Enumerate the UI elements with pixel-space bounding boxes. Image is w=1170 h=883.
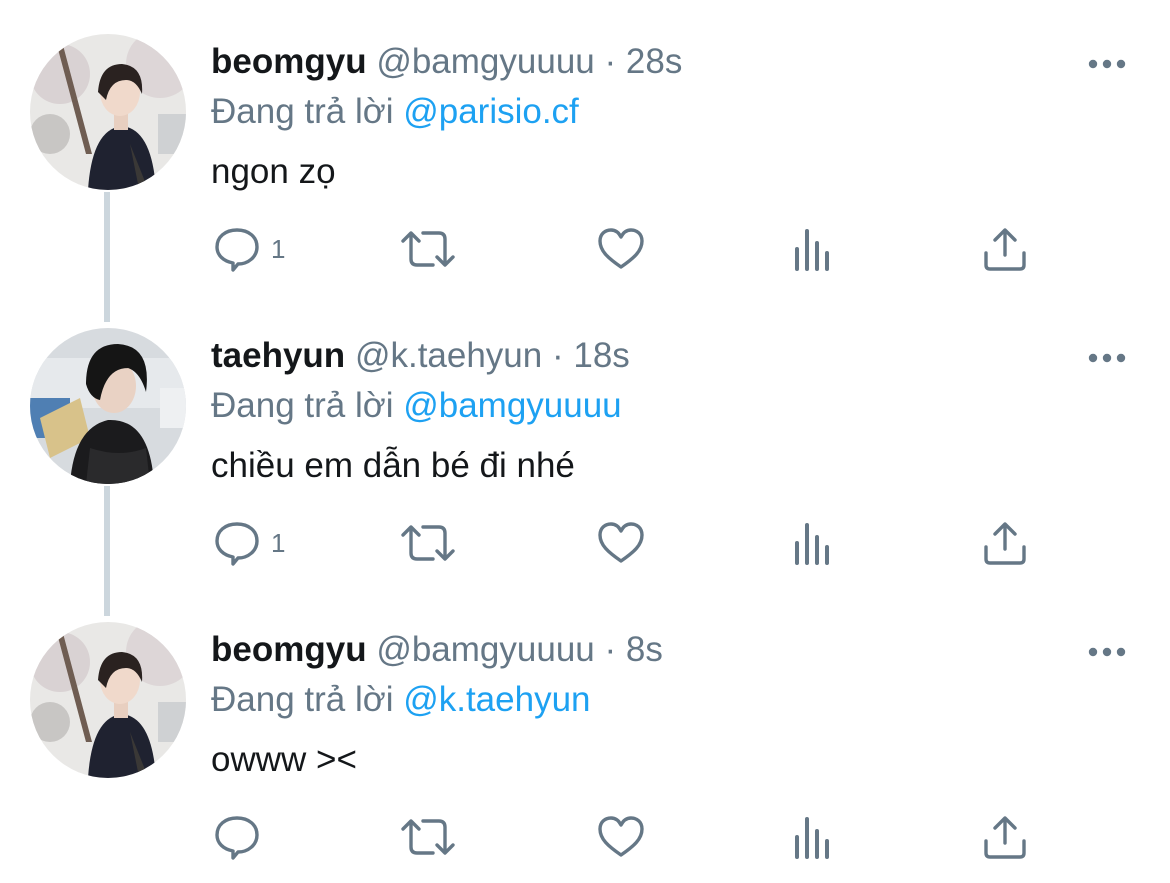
tweet-text: owww ><: [211, 740, 357, 779]
retweet-button[interactable]: [399, 812, 457, 862]
timestamp[interactable]: 8s: [626, 630, 663, 669]
retweet-icon: [399, 519, 457, 567]
like-button[interactable]: [596, 224, 646, 274]
retweet-icon: [399, 813, 457, 861]
share-icon: [981, 519, 1029, 567]
display-name[interactable]: taehyun: [211, 336, 345, 375]
retweet-button[interactable]: [399, 518, 457, 568]
avatar[interactable]: [30, 328, 186, 484]
user-handle[interactable]: @k.taehyun: [355, 336, 542, 375]
avatar[interactable]: [30, 622, 186, 778]
more-icon[interactable]: [1086, 346, 1128, 370]
like-icon: [596, 519, 646, 567]
like-button[interactable]: [596, 518, 646, 568]
more-icon[interactable]: [1086, 52, 1128, 76]
replying-to-label: Đang trả lời: [211, 92, 394, 131]
reply-button[interactable]: 1: [213, 224, 285, 274]
share-icon: [981, 813, 1029, 861]
tweet[interactable]: taehyun @k.taehyun · 18s Đang trả lời @b…: [0, 328, 1170, 588]
analytics-icon: [791, 813, 835, 861]
tweet-text: chiều em dẫn bé đi nhé: [211, 446, 575, 485]
analytics-button[interactable]: [791, 224, 835, 274]
analytics-icon: [791, 225, 835, 273]
tweet[interactable]: beomgyu @bamgyuuuu · 8s Đang trả lời @k.…: [0, 622, 1170, 882]
share-button[interactable]: [981, 224, 1029, 274]
user-handle[interactable]: @bamgyuuuu: [376, 42, 594, 81]
reply-count: 1: [271, 528, 286, 558]
retweet-icon: [399, 225, 457, 273]
tweet-header: taehyun @k.taehyun · 18s: [211, 332, 630, 380]
replying-to: Đang trả lời @bamgyuuuu: [211, 382, 622, 430]
action-bar: 1: [211, 518, 1071, 578]
like-button[interactable]: [596, 812, 646, 862]
reply-button[interactable]: 1: [213, 518, 285, 568]
separator-dot: ·: [604, 630, 617, 669]
more-icon[interactable]: [1086, 640, 1128, 664]
action-bar: 1: [211, 224, 1071, 284]
timestamp[interactable]: 18s: [573, 336, 629, 375]
avatar[interactable]: [30, 34, 186, 190]
timestamp[interactable]: 28s: [626, 42, 682, 81]
action-bar: [211, 812, 1071, 872]
separator-dot: ·: [604, 42, 617, 81]
analytics-button[interactable]: [791, 518, 835, 568]
replying-to: Đang trả lời @parisio.cf: [211, 88, 579, 136]
tweet-text: ngon zọ: [211, 152, 336, 191]
replying-to: Đang trả lời @k.taehyun: [211, 676, 591, 724]
replying-to-label: Đang trả lời: [211, 386, 394, 425]
tweet[interactable]: beomgyu @bamgyuuuu · 28s Đang trả lời @p…: [0, 34, 1170, 294]
tweet-header: beomgyu @bamgyuuuu · 8s: [211, 626, 663, 674]
reply-icon: [213, 813, 261, 861]
reply-icon: [213, 519, 261, 567]
reply-button[interactable]: [213, 812, 261, 862]
display-name[interactable]: beomgyu: [211, 630, 367, 669]
display-name[interactable]: beomgyu: [211, 42, 367, 81]
analytics-icon: [791, 519, 835, 567]
reply-count: 1: [271, 234, 286, 264]
separator-dot: ·: [551, 336, 564, 375]
tweet-header: beomgyu @bamgyuuuu · 28s: [211, 38, 682, 86]
user-handle[interactable]: @bamgyuuuu: [376, 630, 594, 669]
mention-link[interactable]: @parisio.cf: [403, 92, 579, 131]
replying-to-label: Đang trả lời: [211, 680, 394, 719]
mention-link[interactable]: @bamgyuuuu: [403, 386, 621, 425]
like-icon: [596, 813, 646, 861]
share-button[interactable]: [981, 518, 1029, 568]
share-button[interactable]: [981, 812, 1029, 862]
reply-icon: [213, 225, 261, 273]
like-icon: [596, 225, 646, 273]
retweet-button[interactable]: [399, 224, 457, 274]
mention-link[interactable]: @k.taehyun: [403, 680, 590, 719]
analytics-button[interactable]: [791, 812, 835, 862]
share-icon: [981, 225, 1029, 273]
